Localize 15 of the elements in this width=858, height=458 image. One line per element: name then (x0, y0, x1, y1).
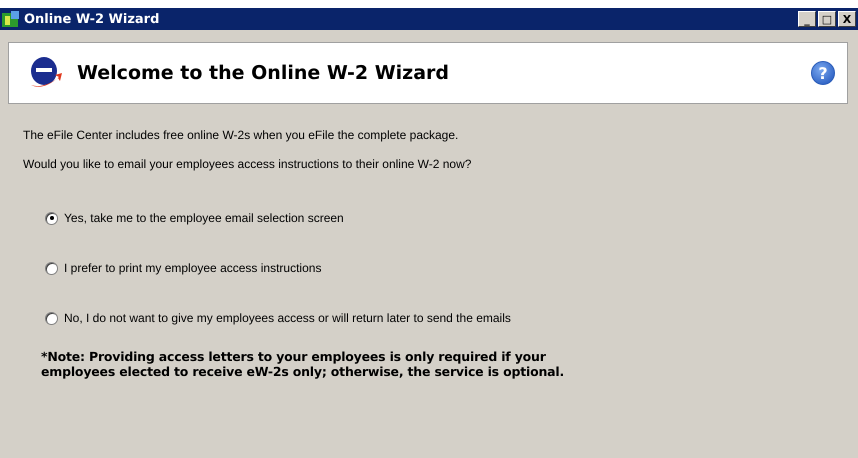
option-label: No, I do not want to give my employees access or will return later to send the emails (64, 311, 511, 325)
intro-text: The eFile Center includes free online W-2s when you eFile the complete package. (23, 128, 460, 142)
minimize-button[interactable]: _ (798, 11, 816, 27)
option-label: Yes, take me to the employee email selection screen (64, 211, 344, 225)
radio-button[interactable] (45, 262, 58, 274)
app-icon (2, 11, 20, 27)
radio-button[interactable] (45, 312, 58, 324)
radio-button[interactable] (45, 212, 58, 224)
option-label: I prefer to print my employee access instructions (64, 261, 322, 275)
note-text: *Note: Providing access letters to your employees is only required if your employees elected to receive eW-2s only; otherwise, the service is optional. (41, 349, 566, 379)
close-button[interactable]: X (838, 11, 856, 27)
window-title: Online W-2 Wizard (24, 12, 160, 26)
maximize-button[interactable]: □ (818, 11, 836, 27)
header-title: Welcome to the Online W-2 Wizard (77, 62, 450, 84)
intro-text: Would you like to email your employees access instructions to their online W-2 now? (23, 157, 472, 171)
